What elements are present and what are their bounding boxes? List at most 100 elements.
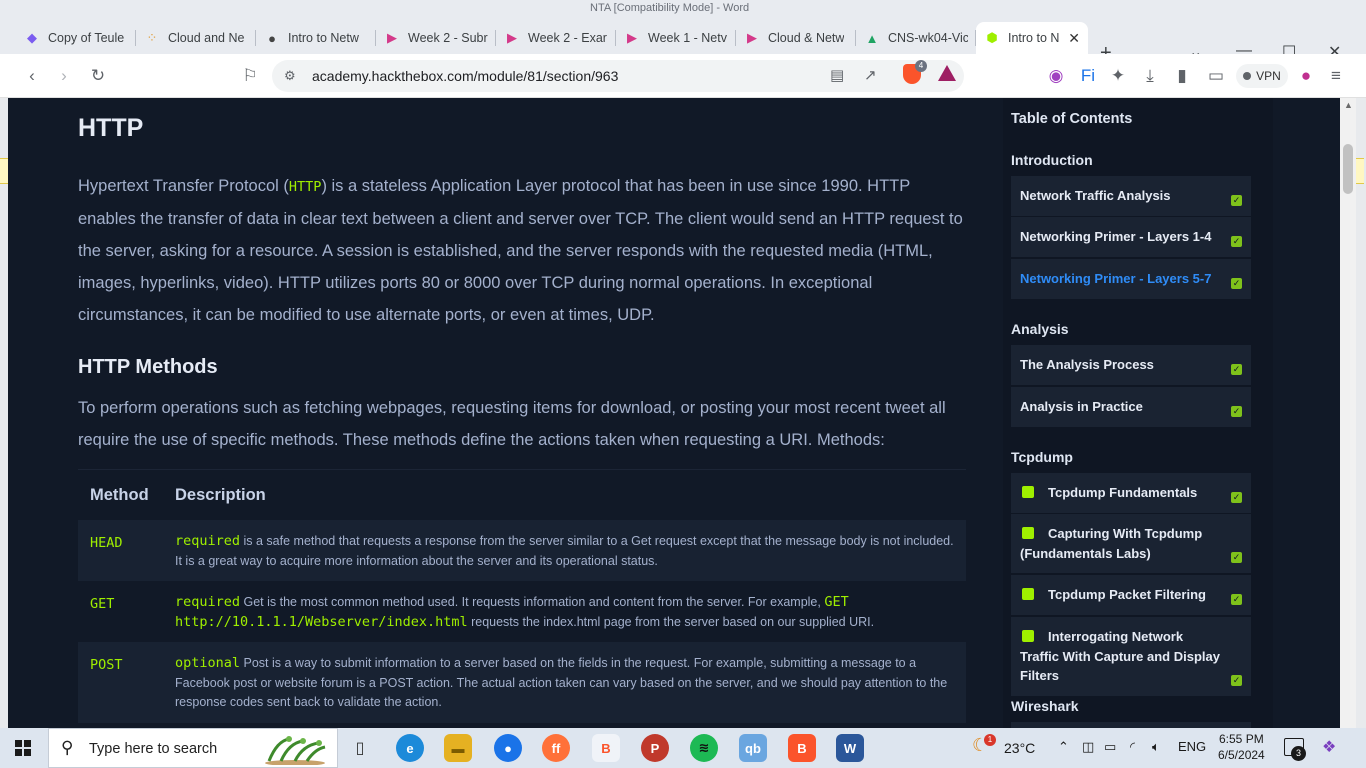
completed-check-icon: ✓ <box>1231 491 1242 503</box>
tab-label: Intro to Netw <box>288 31 359 45</box>
toc-item-current[interactable]: Networking Primer - Layers 5-7 ✓ <box>1011 259 1251 299</box>
wallet-signal-icon[interactable]: ◉ <box>1044 64 1068 88</box>
qbittorrent-icon[interactable]: qb <box>739 734 767 762</box>
forward-button[interactable]: › <box>52 64 76 88</box>
toc-item[interactable]: Analysis in Practice ✓ <box>1011 387 1251 427</box>
menu-icon[interactable]: ≡ <box>1324 64 1348 88</box>
tab-4[interactable]: ▶ Week 2 - Exar <box>496 22 616 54</box>
table-row: GET required Get is the most common meth… <box>78 581 966 642</box>
toc-item[interactable]: Tcpdump Fundamentals ✓ <box>1011 473 1251 513</box>
description-text: Post is a way to submit information to a… <box>175 656 948 709</box>
intro-text: ) is a stateless Application Layer proto… <box>78 177 963 324</box>
file-explorer-icon[interactable]: ▬ <box>444 734 472 762</box>
chrome-icon[interactable]: ● <box>494 734 522 762</box>
url-text[interactable]: academy.hackthebox.com/module/81/section… <box>312 68 618 84</box>
scrollbar-thumb[interactable] <box>1343 144 1353 194</box>
tab-label: Cloud and Ne <box>168 31 245 45</box>
back-button[interactable]: ‹ <box>20 64 44 88</box>
reader-mode-icon[interactable]: ▤ <box>830 66 844 84</box>
battery-icon[interactable]: ▭ <box>1104 739 1116 755</box>
tab-active[interactable]: ⬢ Intro to N ✕ <box>976 22 1088 54</box>
word-icon[interactable]: W <box>836 734 864 762</box>
toc-item[interactable]: Interrogating Network Traffic With Captu… <box>1011 617 1251 696</box>
copilot-icon: ◆ <box>27 30 37 45</box>
reload-button[interactable]: ↻ <box>86 64 110 88</box>
tab-5[interactable]: ▶ Week 1 - Netv <box>616 22 736 54</box>
weather-temp[interactable]: 23°C <box>1004 740 1035 756</box>
toc-item[interactable]: Tcpdump Packet Filtering ✓ <box>1011 575 1251 615</box>
brave-beta-icon[interactable]: B <box>592 734 620 762</box>
brave-icon[interactable]: B <box>788 734 816 762</box>
scroll-up-icon[interactable]: ▲ <box>1344 100 1353 110</box>
address-bar[interactable]: ⚙ academy.hackthebox.com/module/81/secti… <box>272 60 964 92</box>
toc-section-tcpdump: Tcpdump <box>1011 449 1073 465</box>
globe-icon: ● <box>268 30 276 46</box>
show-hidden-icons[interactable]: ⌃ <box>1058 739 1069 755</box>
requirement-tag: required <box>175 594 241 610</box>
toc-item-label: The Analysis Process <box>1020 357 1154 372</box>
wifi-icon[interactable]: ◜ <box>1130 739 1135 755</box>
windows-start-icon[interactable] <box>15 740 31 756</box>
header-description: Description <box>175 485 266 504</box>
brave-rewards-icon[interactable] <box>938 65 956 81</box>
meet-now-icon[interactable]: ◫ <box>1082 739 1094 755</box>
tab-label: Copy of Teule <box>48 31 125 45</box>
tab-2[interactable]: ● Intro to Netw <box>256 22 376 54</box>
method-name: HEAD <box>90 535 123 551</box>
extensions-icon[interactable]: ✦ <box>1106 64 1130 88</box>
site-info-icon[interactable]: ⚙ <box>284 68 296 84</box>
wallet-icon[interactable]: ▭ <box>1204 64 1228 88</box>
toc-item[interactable]: The Analysis Process ✓ <box>1011 345 1251 385</box>
intro-paragraph: Hypertext Transfer Protocol (HTTP) is a … <box>78 170 968 331</box>
page-scrollbar[interactable]: ▲ <box>1340 98 1356 728</box>
drive-icon: ▲ <box>865 30 879 46</box>
toc-item[interactable]: Capturing With Tcpdump (Fundamentals Lab… <box>1011 514 1251 573</box>
tab-6[interactable]: ▶ Cloud & Netw <box>736 22 856 54</box>
tab-label: Week 1 - Netv <box>648 31 727 45</box>
table-of-contents: Table of Contents Introduction Network T… <box>1003 98 1273 728</box>
downloads-icon[interactable]: ⤓ <box>1138 64 1162 88</box>
edge-icon[interactable]: e <box>396 734 424 762</box>
profile-avatar[interactable]: ● <box>1294 64 1318 88</box>
search-highlight-illustration <box>265 736 326 765</box>
close-tab-icon[interactable]: ✕ <box>1068 30 1080 47</box>
toc-item[interactable]: Network Traffic Analysis ✓ <box>1011 176 1251 216</box>
windows-taskbar: ⚲ Type here to search ▯ e ▬ ● ff B P ≋ q… <box>0 728 1366 768</box>
tab-0[interactable]: ◆ Copy of Teule <box>16 22 136 54</box>
taskbar-search[interactable]: ⚲ Type here to search <box>48 728 338 768</box>
copilot-icon[interactable]: ❖ <box>1322 737 1336 757</box>
volume-icon[interactable]: 🔈︎ <box>1152 739 1160 755</box>
description-text: Get is the most common method used. It r… <box>240 595 825 609</box>
methods-table: Method Description HEAD required is a sa… <box>78 469 966 723</box>
cube-icon <box>1022 486 1034 498</box>
toc-item-label: Capturing With Tcpdump (Fundamentals Lab… <box>1020 526 1203 561</box>
completed-check-icon: ✓ <box>1231 194 1242 206</box>
toc-item[interactable]: Networking Primer - Layers 1-4 ✓ <box>1011 217 1251 257</box>
subsection-heading: HTTP Methods <box>78 356 218 378</box>
completed-check-icon: ✓ <box>1231 363 1242 375</box>
page-viewport: HTTP Hypertext Transfer Protocol (HTTP) … <box>0 98 1366 728</box>
tab-1[interactable]: ⁘ Cloud and Ne <box>136 22 256 54</box>
section-heading: HTTP <box>78 114 144 142</box>
share-icon[interactable]: ↗ <box>864 66 877 84</box>
task-view-icon[interactable]: ▯ <box>346 734 374 762</box>
description-text: requests the index.html page from the se… <box>467 614 875 629</box>
cube-icon: ⬢ <box>986 30 998 45</box>
language-indicator[interactable]: ENG <box>1178 739 1206 754</box>
sidebar-icon[interactable]: ▮ <box>1170 64 1194 88</box>
tab-7[interactable]: ▲ CNS-wk04-Vic <box>856 22 976 54</box>
firefox-icon[interactable]: ff <box>542 734 570 762</box>
system-clock[interactable]: 6:55 PM 6/5/2024 <box>1218 731 1265 763</box>
bookmark-icon[interactable]: ⚐ <box>238 64 262 88</box>
search-icon: ⚲ <box>61 738 74 757</box>
pdf-app-icon[interactable]: P <box>641 734 669 762</box>
vpn-button[interactable]: VPN <box>1236 64 1288 88</box>
extension-fi-icon[interactable]: Fi <box>1076 64 1100 88</box>
spotify-icon[interactable]: ≋ <box>690 734 718 762</box>
browser-toolbar: ‹ › ↻ ⚐ ⚙ academy.hackthebox.com/module/… <box>0 54 1366 98</box>
play-icon: ▶ <box>627 30 637 45</box>
cube-icon <box>1022 630 1034 642</box>
play-icon: ▶ <box>747 30 757 45</box>
completed-check-icon: ✓ <box>1231 235 1242 247</box>
tab-3[interactable]: ▶ Week 2 - Subr <box>376 22 496 54</box>
